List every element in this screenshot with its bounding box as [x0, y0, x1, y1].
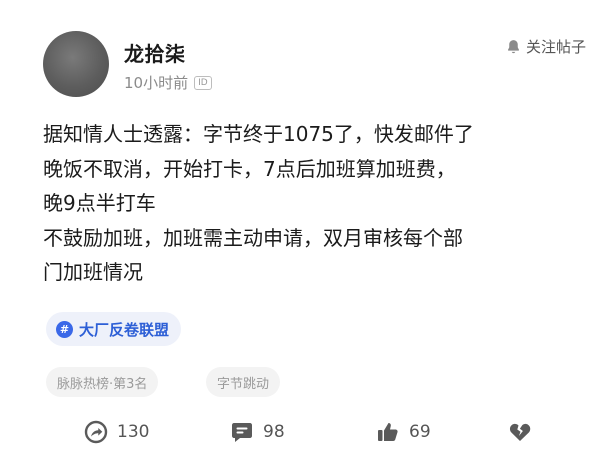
company-tag[interactable]: 字节跳动 — [206, 367, 281, 397]
hash-icon: # — [56, 320, 73, 338]
post-meta: 10小时前 ID — [124, 72, 212, 93]
circle-tag[interactable]: # 大厂反卷联盟 — [46, 312, 182, 346]
bell-icon — [507, 40, 520, 54]
share-icon — [84, 420, 108, 444]
share-count: 130 — [117, 422, 150, 442]
action-bar: 130 98 69 — [0, 420, 616, 452]
post-time: 10小时前 — [124, 74, 189, 92]
comment-button[interactable]: 98 — [230, 420, 285, 444]
comment-icon — [232, 423, 252, 442]
id-badge: ID — [194, 75, 212, 90]
post-card: 龙拾柒 10小时前 ID 关注帖子 据知情人士透露：字节终于1075了，快发邮件… — [0, 0, 616, 467]
like-count: 69 — [409, 422, 431, 442]
share-button[interactable]: 130 — [84, 420, 149, 444]
comment-count: 98 — [263, 422, 285, 442]
follow-post-label: 关注帖子 — [525, 38, 586, 56]
hot-rank-tag[interactable]: 脉脉热榜·第3名 — [46, 367, 159, 397]
like-button[interactable]: 69 — [376, 420, 431, 444]
content-line: 晚9点半打车 — [43, 191, 156, 215]
circle-tag-label: 大厂反卷联盟 — [79, 320, 170, 339]
content-line: 据知情人士透露：字节终于1075了，快发邮件了 — [43, 122, 474, 146]
thumbs-up-icon — [378, 423, 398, 441]
dislike-button[interactable] — [508, 420, 532, 444]
broken-heart-icon — [509, 423, 531, 441]
author-name[interactable]: 龙拾柒 — [124, 38, 186, 67]
post-content: 据知情人士透露：字节终于1075了，快发邮件了 晚饭不取消，开始打卡，7点后加班… — [43, 117, 603, 290]
content-line: 不鼓励加班，加班需主动申请，双月审核每个部 — [43, 225, 463, 250]
content-line: 门加班情况 — [43, 260, 143, 284]
avatar[interactable] — [43, 31, 109, 97]
follow-post-button[interactable]: 关注帖子 — [505, 36, 586, 57]
content-line: 晚饭不取消，开始打卡，7点后加班算加班费， — [43, 156, 456, 181]
